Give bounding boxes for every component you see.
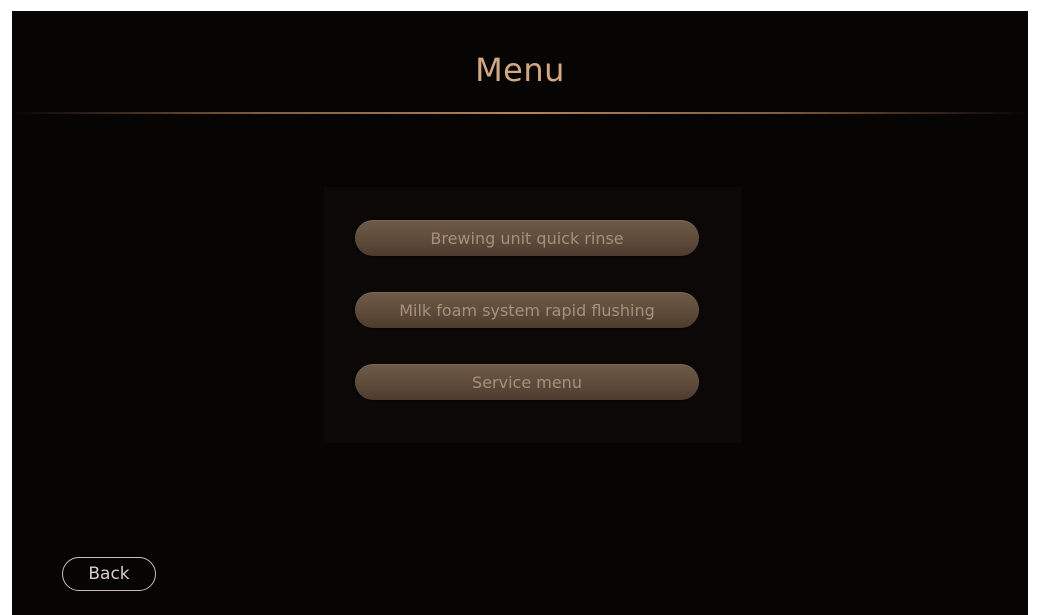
back-button[interactable]: Back — [62, 557, 156, 591]
page-title: Menu — [475, 51, 565, 89]
service-menu-button[interactable]: Service menu — [355, 364, 699, 400]
title-divider — [12, 112, 1028, 114]
milk-foam-rapid-flushing-button[interactable]: Milk foam system rapid flushing — [355, 292, 699, 328]
menu-screen: Menu Brewing unit quick rinse Milk foam … — [12, 11, 1028, 615]
brewing-unit-quick-rinse-button[interactable]: Brewing unit quick rinse — [355, 220, 699, 256]
